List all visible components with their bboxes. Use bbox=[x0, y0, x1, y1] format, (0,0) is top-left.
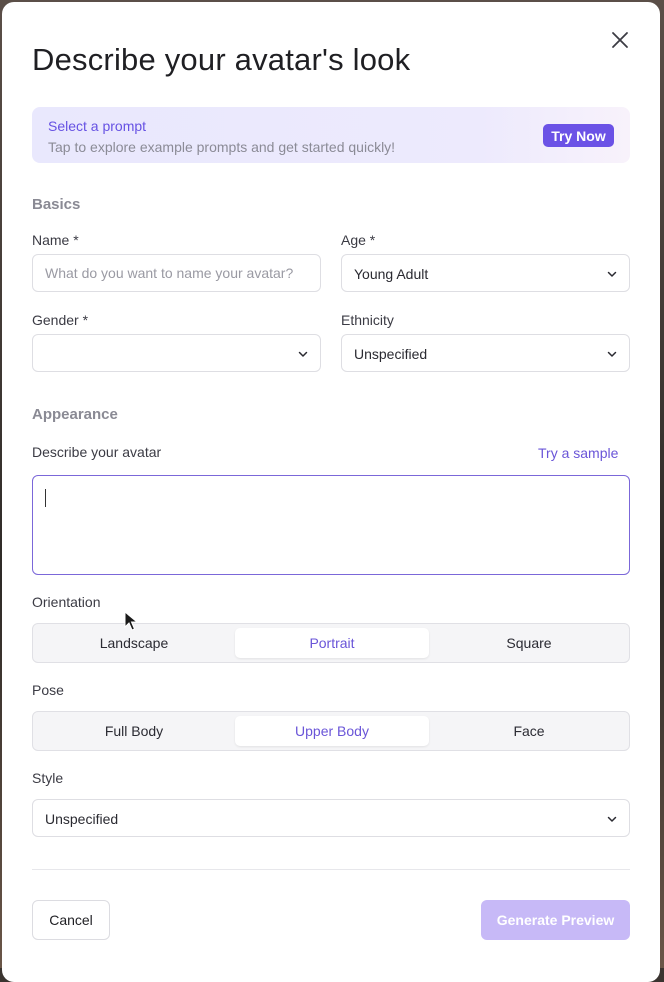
text-caret bbox=[45, 489, 46, 507]
pose-option-face[interactable]: Face bbox=[433, 716, 625, 746]
ethnicity-select-value: Unspecified bbox=[354, 346, 427, 362]
orientation-segmented-control: Landscape Portrait Square bbox=[32, 623, 630, 663]
banner-title: Select a prompt bbox=[48, 118, 146, 134]
pose-option-upper-body[interactable]: Upper Body bbox=[235, 716, 429, 746]
try-now-button[interactable]: Try Now bbox=[543, 124, 614, 147]
prompt-banner[interactable]: Select a prompt Tap to explore example p… bbox=[32, 107, 630, 163]
close-icon bbox=[611, 31, 629, 49]
pose-option-full-body[interactable]: Full Body bbox=[37, 716, 231, 746]
banner-subtitle: Tap to explore example prompts and get s… bbox=[48, 139, 395, 155]
style-select[interactable]: Unspecified bbox=[32, 799, 630, 837]
name-input[interactable] bbox=[33, 255, 320, 291]
orientation-label: Orientation bbox=[32, 594, 100, 610]
orientation-option-portrait[interactable]: Portrait bbox=[235, 628, 429, 658]
age-select-value: Young Adult bbox=[354, 266, 428, 282]
basics-section-title: Basics bbox=[32, 196, 80, 213]
mouse-pointer-icon bbox=[124, 611, 140, 631]
cancel-button[interactable]: Cancel bbox=[32, 900, 110, 940]
avatar-look-dialog: Describe your avatar's look Select a pro… bbox=[2, 2, 660, 982]
chevron-down-icon bbox=[297, 348, 309, 360]
ethnicity-select[interactable]: Unspecified bbox=[341, 334, 630, 372]
pose-label: Pose bbox=[32, 682, 64, 698]
close-button[interactable] bbox=[606, 26, 634, 54]
pose-segmented-control: Full Body Upper Body Face bbox=[32, 711, 630, 751]
age-select[interactable]: Young Adult bbox=[341, 254, 630, 292]
generate-preview-button[interactable]: Generate Preview bbox=[481, 900, 630, 940]
gender-select[interactable] bbox=[32, 334, 321, 372]
gender-label: Gender * bbox=[32, 312, 88, 328]
style-select-value: Unspecified bbox=[45, 811, 118, 827]
avatar-description-textarea[interactable] bbox=[32, 475, 630, 575]
age-label: Age * bbox=[341, 232, 375, 248]
try-sample-link[interactable]: Try a sample bbox=[538, 445, 618, 461]
style-label: Style bbox=[32, 770, 63, 786]
chevron-down-icon bbox=[606, 268, 618, 280]
name-label: Name * bbox=[32, 232, 79, 248]
orientation-option-landscape[interactable]: Landscape bbox=[37, 628, 231, 658]
orientation-option-square[interactable]: Square bbox=[433, 628, 625, 658]
chevron-down-icon bbox=[606, 348, 618, 360]
footer-divider bbox=[32, 869, 630, 870]
ethnicity-label: Ethnicity bbox=[341, 312, 394, 328]
dialog-title: Describe your avatar's look bbox=[32, 42, 410, 78]
chevron-down-icon bbox=[606, 813, 618, 825]
name-field-wrapper bbox=[32, 254, 321, 292]
describe-avatar-label: Describe your avatar bbox=[32, 444, 161, 460]
appearance-section-title: Appearance bbox=[32, 406, 118, 423]
